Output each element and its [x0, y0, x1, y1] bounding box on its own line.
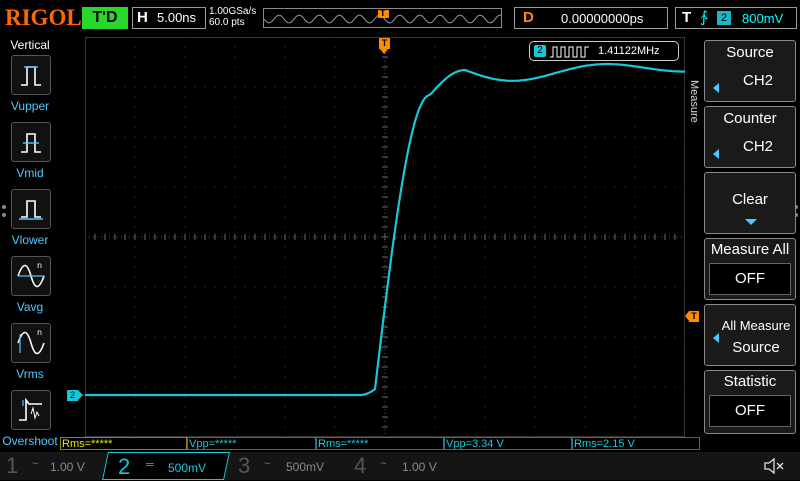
counter-menu-value: CH2: [742, 138, 773, 155]
vertical-measure-menu: Vertical Vupper Vmid Vlower n Vavg n Vrm…: [0, 36, 60, 450]
channel-2-coupling-icon: ═: [146, 459, 154, 471]
channel-2-number: 2: [118, 454, 131, 479]
source-value: CH2: [742, 72, 773, 89]
ch2-offset-label: 2: [67, 390, 78, 401]
horizontal-label: H: [137, 9, 148, 26]
vupper-label: Vupper: [10, 99, 50, 113]
memory-trigger-marker: T: [380, 8, 386, 18]
channel-3-number: 3: [238, 453, 251, 478]
measurement-results-bar: Rms=***** Vpp=***** Rms=***** Vpp=3.34 V…: [60, 437, 700, 451]
delay-box[interactable]: D 0.00000000ps: [514, 7, 668, 29]
edge-trigger-icon: ∱: [700, 9, 708, 26]
left-menu-title: Vertical: [10, 38, 50, 52]
frequency-counter: 2 1.41122MHz: [529, 41, 679, 61]
measurement-item[interactable]: Rms=2.15 V: [572, 437, 700, 450]
all-measure-source-line2: Source: [732, 339, 780, 356]
statistic-title: Statistic: [723, 373, 777, 390]
channel-3-tab[interactable]: 3 ~ 500mV: [232, 452, 344, 480]
vmid-label: Vmid: [16, 166, 44, 180]
measure-all-button[interactable]: Measure All OFF: [704, 238, 796, 300]
clear-button[interactable]: Clear: [704, 172, 796, 234]
vrms-button[interactable]: n: [11, 323, 51, 363]
trigger-marker-label: T: [379, 38, 390, 49]
counter-title: Counter: [723, 110, 777, 127]
measurement-item[interactable]: Rms=*****: [316, 437, 444, 450]
vupper-icon: [21, 66, 41, 86]
statistic-value: OFF: [709, 395, 791, 427]
channel-3-coupling-icon: ~: [264, 458, 271, 470]
clear-title: Clear: [732, 191, 768, 208]
delay-label: D: [523, 9, 534, 26]
left-edge-dots: [2, 205, 6, 225]
ch2-offset-marker[interactable]: 2: [67, 390, 83, 401]
channel-3-scale: 500mV: [286, 460, 325, 474]
channel-1-scale: 1.00 V: [50, 460, 85, 474]
memory-depth-bar[interactable]: T: [263, 8, 502, 28]
trigger-level: 800mV: [742, 11, 784, 26]
measure-all-title: Measure All: [710, 241, 790, 258]
source-title: Source: [726, 44, 774, 61]
measurement-item[interactable]: Vpp=*****: [187, 437, 316, 450]
sample-info: 1.00GSa/s 60.0 pts: [209, 6, 256, 28]
channel-2-scale: 500mV: [168, 461, 207, 475]
vavg-label: Vavg: [16, 300, 44, 314]
svg-text:n: n: [37, 328, 42, 337]
channel-4-tab[interactable]: 4 ~ 1.00 V: [348, 452, 460, 480]
channel-4-scale: 1.00 V: [402, 460, 437, 474]
vrms-label: Vrms: [16, 367, 44, 381]
timebase-value: 5.00ns: [157, 10, 197, 25]
vavg-button[interactable]: n: [11, 256, 51, 296]
sample-rate: 1.00GSa/s: [209, 6, 257, 17]
counter-arrow-icon: [713, 149, 719, 159]
measure-all-value: OFF: [709, 263, 791, 295]
measurement-item[interactable]: Rms=*****: [60, 437, 187, 450]
overshoot-button[interactable]: [11, 390, 51, 430]
channel-4-coupling-icon: ~: [380, 458, 387, 470]
square-wave-icon: [550, 46, 589, 58]
vrms-icon: n: [17, 328, 45, 355]
counter-menu-button[interactable]: Counter CH2: [704, 106, 796, 168]
channel-status-bar: 1 ~ 1.00 V 2 ═ 500mV 3 ~ 500mV 4 ~ 1.00 …: [0, 452, 800, 480]
clear-down-arrow-icon: [745, 219, 757, 225]
vlower-label: Vlower: [11, 233, 49, 247]
sound-muted-icon[interactable]: [762, 456, 786, 476]
overshoot-icon: [19, 397, 42, 421]
source-arrow-icon: [713, 83, 719, 93]
vlower-button[interactable]: [11, 189, 51, 229]
run-status-badge[interactable]: T'D: [82, 7, 128, 29]
vmid-icon: [21, 133, 41, 153]
all-measure-source-button[interactable]: All Measure Source: [704, 304, 796, 366]
trigger-position-marker[interactable]: T: [379, 38, 390, 54]
vmid-button[interactable]: [11, 122, 51, 162]
measure-menu: Source CH2 Counter CH2 Clear Measure All…: [700, 38, 800, 438]
measure-side-label: Measure: [688, 80, 700, 123]
vlower-icon: [19, 200, 43, 220]
top-status-bar: RIGOL T'D H 5.00ns 1.00GSa/s 60.0 pts T …: [0, 0, 800, 36]
channel-1-number: 1: [6, 453, 19, 478]
channel-1-tab[interactable]: 1 ~ 1.00 V: [0, 452, 103, 480]
source-menu-button[interactable]: Source CH2: [704, 40, 796, 102]
delay-value: 0.00000000ps: [561, 11, 644, 26]
trigger-label: T: [682, 9, 692, 26]
trigger-box[interactable]: T ∱ 2 800mV: [675, 7, 797, 29]
waveform-display[interactable]: T T 2 2 1.41122MHz: [67, 36, 699, 438]
statistic-button[interactable]: Statistic OFF: [704, 370, 796, 434]
all-measure-source-line1: All Measure: [721, 318, 791, 333]
measurement-item[interactable]: Vpp=3.34 V: [444, 437, 572, 450]
trigger-level-marker[interactable]: T: [685, 311, 699, 322]
horizontal-timebase[interactable]: H 5.00ns: [132, 7, 206, 29]
vavg-icon: n: [17, 261, 45, 288]
counter-channel-badge: 2: [534, 45, 546, 57]
vupper-button[interactable]: [11, 55, 51, 95]
svg-text:n: n: [37, 261, 42, 270]
channel-2-tab[interactable]: 2 ═ 500mV: [102, 452, 230, 480]
overshoot-label: Overshoot: [2, 434, 58, 448]
trigger-channel-badge: 2: [717, 11, 731, 25]
waveform-grid: [84, 36, 686, 438]
brand-logo: RIGOL: [5, 5, 82, 30]
channel-4-number: 4: [354, 453, 367, 478]
channel-1-coupling-icon: ~: [32, 458, 39, 470]
counter-value: 1.41122MHz: [598, 45, 660, 57]
sample-points: 60.0 pts: [209, 17, 245, 28]
